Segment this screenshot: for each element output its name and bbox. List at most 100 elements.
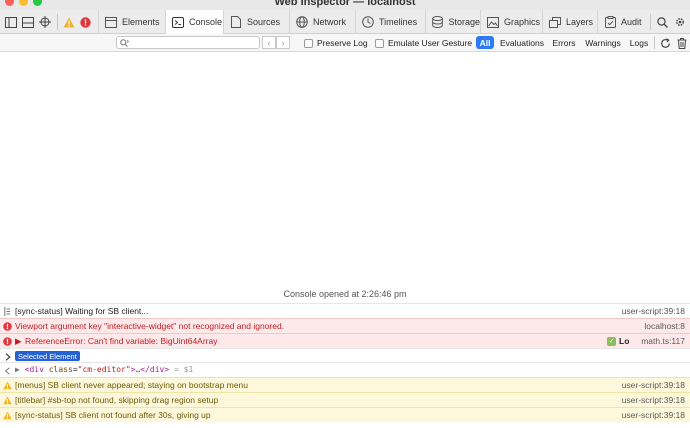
tag-open: <div: [24, 365, 44, 374]
console-icon: [172, 16, 184, 28]
audit-icon: [604, 16, 616, 28]
level-filter-logs[interactable]: Logs: [628, 36, 650, 49]
tab-audit[interactable]: Audit: [597, 10, 650, 34]
log-icon: [3, 307, 12, 316]
message-source-link[interactable]: math.ts:117: [641, 336, 685, 346]
settings-gear-icon[interactable]: [673, 15, 687, 29]
element-node-preview[interactable]: ▶ <div class="cm-editor">…</div> = $1: [15, 365, 193, 374]
search-icon[interactable]: [655, 15, 669, 29]
reload-icon[interactable]: [658, 36, 672, 50]
console-message-warning[interactable]: [titlebar] #sb-top not found, skipping d…: [0, 392, 690, 407]
message-source-link[interactable]: user-script:39:18: [622, 395, 685, 405]
console-output-area: [0, 53, 690, 303]
console-filter-search[interactable]: [116, 36, 260, 49]
tag-rest: >…</div>: [130, 365, 170, 374]
tab-label: Storage: [448, 17, 480, 27]
sources-icon: [230, 16, 242, 28]
level-filter-all[interactable]: All: [476, 36, 494, 49]
message-text: [titlebar] #sb-top not found, skipping d…: [15, 395, 219, 405]
show-code-button[interactable]: ✓ Lo: [607, 336, 629, 346]
error-icon: [3, 322, 12, 331]
tab-label: Audit: [621, 17, 642, 27]
tab-label: Layers: [566, 17, 594, 27]
warning-icon: [3, 411, 12, 420]
elements-icon: [105, 16, 117, 28]
message-text: [sync-status] SB client not found after …: [15, 410, 211, 420]
tab-bar: Elements Console Sources Network Timelin…: [0, 10, 690, 35]
expand-disclosure-icon[interactable]: ▶: [15, 365, 25, 374]
message-source-link[interactable]: localhost:8: [644, 321, 685, 331]
filter-input[interactable]: [131, 37, 257, 48]
level-filter-evaluations[interactable]: Evaluations: [498, 36, 546, 49]
clear-console-trash-icon[interactable]: [675, 36, 689, 50]
message-source-link[interactable]: user-script:39:18: [622, 380, 685, 390]
console-message-warning[interactable]: [sync-status] SB client not found after …: [0, 407, 690, 422]
console-message-log[interactable]: [sync-status] Waiting for SB client... u…: [0, 303, 690, 318]
element-ref: = $1: [174, 365, 194, 374]
tab-label: Sources: [247, 17, 281, 27]
message-source-link[interactable]: user-script:39:18: [622, 410, 685, 420]
checkmark-icon: ✓: [607, 336, 616, 346]
tab-elements[interactable]: Elements: [98, 10, 165, 34]
next-match-button[interactable]: ›: [276, 36, 290, 49]
checkbox-label: Emulate User Gesture: [388, 38, 473, 48]
console-message-element-result[interactable]: ▶ <div class="cm-editor">…</div> = $1: [0, 362, 690, 377]
checkbox-box[interactable]: [304, 38, 313, 48]
emulate-user-gesture-checkbox[interactable]: Emulate User Gesture: [375, 38, 472, 48]
checkbox-label: Preserve Log: [317, 38, 368, 48]
console-session-divider: Console opened at 2:26:46 pm: [283, 289, 407, 299]
checkbox-box[interactable]: [375, 38, 384, 48]
console-message-error[interactable]: Viewport argument key "interactive-widge…: [0, 318, 690, 333]
level-filter-warnings[interactable]: Warnings: [583, 36, 623, 49]
graphics-icon: [487, 16, 499, 28]
message-source-link[interactable]: user-script:39:18: [622, 306, 685, 316]
tab-label: Elements: [122, 17, 160, 27]
timelines-icon: [362, 16, 374, 28]
chevron-right-icon: [3, 352, 12, 361]
tab-label: Network: [313, 17, 347, 27]
warning-icon: [3, 381, 12, 390]
warning-count-icon[interactable]: [62, 15, 76, 29]
toolbar-separator: [57, 14, 58, 30]
console-filter-bar: ‹ › Preserve Log Emulate User Gesture Al…: [0, 34, 690, 52]
network-icon: [296, 16, 308, 28]
tab-network[interactable]: Network: [289, 10, 355, 34]
previous-match-button[interactable]: ‹: [262, 36, 276, 49]
error-count-icon[interactable]: [78, 15, 92, 29]
attribute-value: "cm-editor": [77, 365, 131, 374]
preserve-log-checkbox[interactable]: Preserve Log: [304, 38, 368, 48]
inspect-element-icon[interactable]: [38, 15, 52, 29]
dock-bottom-icon[interactable]: [21, 15, 35, 29]
tab-label: Console: [189, 17, 223, 27]
tab-layers[interactable]: Layers: [542, 10, 597, 34]
dock-left-icon[interactable]: [4, 15, 18, 29]
storage-icon: [432, 16, 444, 28]
tab-timelines[interactable]: Timelines: [355, 10, 425, 34]
layers-icon: [549, 16, 561, 28]
message-text: [menus] SB client never appeared; stayin…: [15, 380, 248, 390]
warning-icon: [3, 396, 12, 405]
level-filter-errors[interactable]: Errors: [550, 36, 578, 49]
tab-sources[interactable]: Sources: [223, 10, 289, 34]
title-bar: Web Inspector — localhost: [0, 0, 690, 10]
tab-storage[interactable]: Storage: [425, 10, 480, 34]
console-message-error[interactable]: ▶ ReferenceError: Can't find variable: B…: [0, 333, 690, 348]
message-text: Viewport argument key "interactive-widge…: [15, 321, 285, 331]
toolbar-separator: [650, 14, 651, 30]
window-title: Web Inspector — localhost: [274, 0, 416, 8]
tab-graphics[interactable]: Graphics: [480, 10, 542, 34]
expand-disclosure-icon[interactable]: ▶: [15, 336, 22, 347]
attribute-name: class: [48, 365, 73, 374]
result-arrow-icon: [3, 366, 12, 375]
console-message-selected-element: Selected Element: [0, 348, 690, 363]
tab-label: Graphics: [504, 17, 541, 27]
console-message-warning[interactable]: [menus] SB client never appeared; stayin…: [0, 377, 690, 392]
tab-console[interactable]: Console: [165, 10, 223, 35]
message-text: [sync-status] Waiting for SB client...: [15, 306, 149, 316]
error-icon: [3, 337, 12, 346]
selected-element-badge: Selected Element: [15, 351, 80, 361]
tab-label: Timelines: [379, 17, 418, 27]
message-text: ReferenceError: Can't find variable: Big…: [25, 336, 218, 346]
show-code-label: Lo: [619, 336, 630, 346]
search-icon: [120, 39, 129, 47]
